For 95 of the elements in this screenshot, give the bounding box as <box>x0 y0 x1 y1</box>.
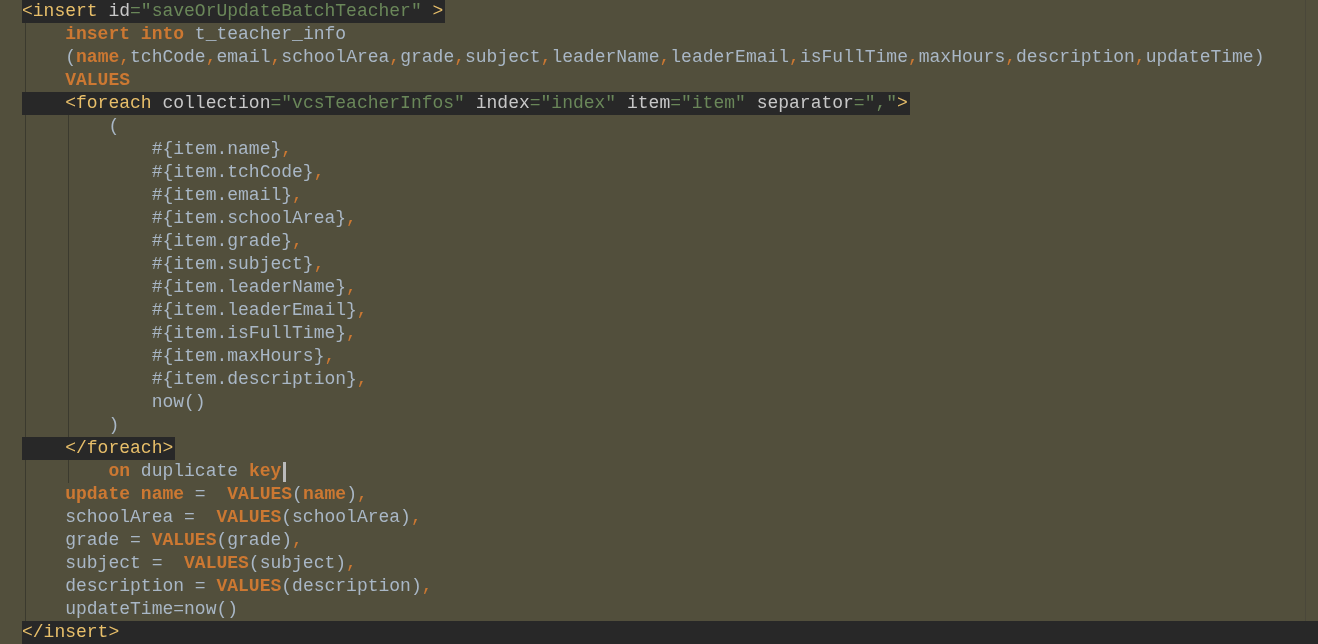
code-token: , <box>346 323 357 343</box>
code-token: #{item.leaderName} <box>151 277 347 297</box>
code-token: VALUES <box>184 553 249 573</box>
code-token: , <box>205 47 217 67</box>
code-token: VALUES <box>151 530 217 550</box>
code-token: , <box>410 507 422 527</box>
code-token: , <box>1005 47 1016 67</box>
code-token: , <box>292 530 303 550</box>
code-token: , <box>356 300 368 320</box>
code-token: , <box>789 47 800 67</box>
code-token: schoolArea = <box>65 507 195 527</box>
code-token: ) <box>346 484 357 504</box>
code-token: <insert <box>22 1 98 21</box>
code-token: update name <box>65 484 185 504</box>
code-token: #{item.grade} <box>151 231 293 251</box>
code-token: <foreach <box>65 93 152 113</box>
code-token: VALUES <box>227 484 293 504</box>
code-token: ( <box>108 116 120 136</box>
code-token: #{item.maxHours} <box>151 346 325 366</box>
code-token: , <box>421 576 433 596</box>
code-token: #{item.description} <box>151 369 357 389</box>
code-token: , <box>659 47 671 67</box>
code-token: ="index" <box>529 93 617 113</box>
code-token: updateTime=now() <box>65 599 239 619</box>
code-token: </foreach> <box>65 438 174 458</box>
code-token: VALUES <box>65 70 131 90</box>
code-token: isFullTime <box>799 47 908 67</box>
code-token: #{item.leaderEmail} <box>151 300 357 320</box>
code-token: schoolArea <box>281 47 390 67</box>
code-token: , <box>346 208 357 228</box>
code-token: description = <box>65 576 206 596</box>
code-token: key <box>248 461 282 481</box>
code-token: , <box>907 47 919 67</box>
code-token: id <box>108 1 131 21</box>
code-token: , <box>119 47 131 67</box>
code-token: , <box>356 369 368 389</box>
code-token: , <box>281 139 293 159</box>
code-token: separator <box>756 93 854 113</box>
code-token: tchCode <box>130 47 206 67</box>
code-token: ="saveOrUpdateBatchTeacher" <box>130 1 422 21</box>
code-token: , <box>292 231 303 251</box>
code-token: ( <box>292 484 303 504</box>
code-token: > <box>897 93 908 113</box>
code-token: ="vcsTeacherInfos" <box>270 93 465 113</box>
code-token: #{item.email} <box>151 185 293 205</box>
code-token: grade <box>400 47 455 67</box>
code-token: , <box>313 162 325 182</box>
code-token: , <box>540 47 552 67</box>
code-token: (description) <box>281 576 422 596</box>
code-token: t_teacher_info <box>194 24 347 44</box>
code-token: ="," <box>853 93 898 113</box>
code-token: item <box>627 93 671 113</box>
code-token: ) <box>108 415 120 435</box>
code-token: , <box>324 346 336 366</box>
code-token: now() <box>151 392 206 412</box>
code-token: (grade) <box>216 530 293 550</box>
code-token: , <box>389 47 401 67</box>
code-token: (subject) <box>248 553 347 573</box>
code-token: description <box>1016 47 1135 67</box>
code-token: subject <box>465 47 541 67</box>
code-token: #{item.isFullTime} <box>151 323 347 343</box>
code-token: on <box>108 461 131 481</box>
code-token: collection <box>162 93 271 113</box>
code-token: #{item.name} <box>151 139 282 159</box>
code-token: updateTime) <box>1145 47 1265 67</box>
code-token: , <box>346 277 357 297</box>
code-token: leaderName <box>551 47 660 67</box>
code-token: name <box>302 484 347 504</box>
code-token: index <box>475 93 530 113</box>
code-token: #{item.tchCode} <box>151 162 314 182</box>
code-token: , <box>292 185 303 205</box>
code-token: , <box>270 47 282 67</box>
code-token: grade = <box>65 530 141 550</box>
code-token: VALUES <box>216 576 282 596</box>
code-token: maxHours <box>918 47 1006 67</box>
code-token: subject = <box>65 553 163 573</box>
code-token: , <box>356 484 368 504</box>
code-token: , <box>346 553 357 573</box>
code-token: ="item" <box>670 93 746 113</box>
code-token: ( <box>65 47 77 67</box>
code-token: #{item.schoolArea} <box>151 208 347 228</box>
code-token: email <box>216 47 271 67</box>
code-token: insert into <box>65 24 185 44</box>
code-token: #{item.subject} <box>151 254 314 274</box>
code-token: , <box>454 47 465 67</box>
code-token: (schoolArea) <box>281 507 411 527</box>
code-token: name <box>76 47 120 67</box>
code-token: = <box>194 484 206 504</box>
code-token: , <box>1134 47 1146 67</box>
code-token: VALUES <box>216 507 282 527</box>
code-token: leaderEmail <box>670 47 790 67</box>
code-token: , <box>313 254 325 274</box>
code-token: duplicate <box>140 461 239 481</box>
code-token: > <box>432 1 444 21</box>
code-token: </insert> <box>22 622 120 642</box>
